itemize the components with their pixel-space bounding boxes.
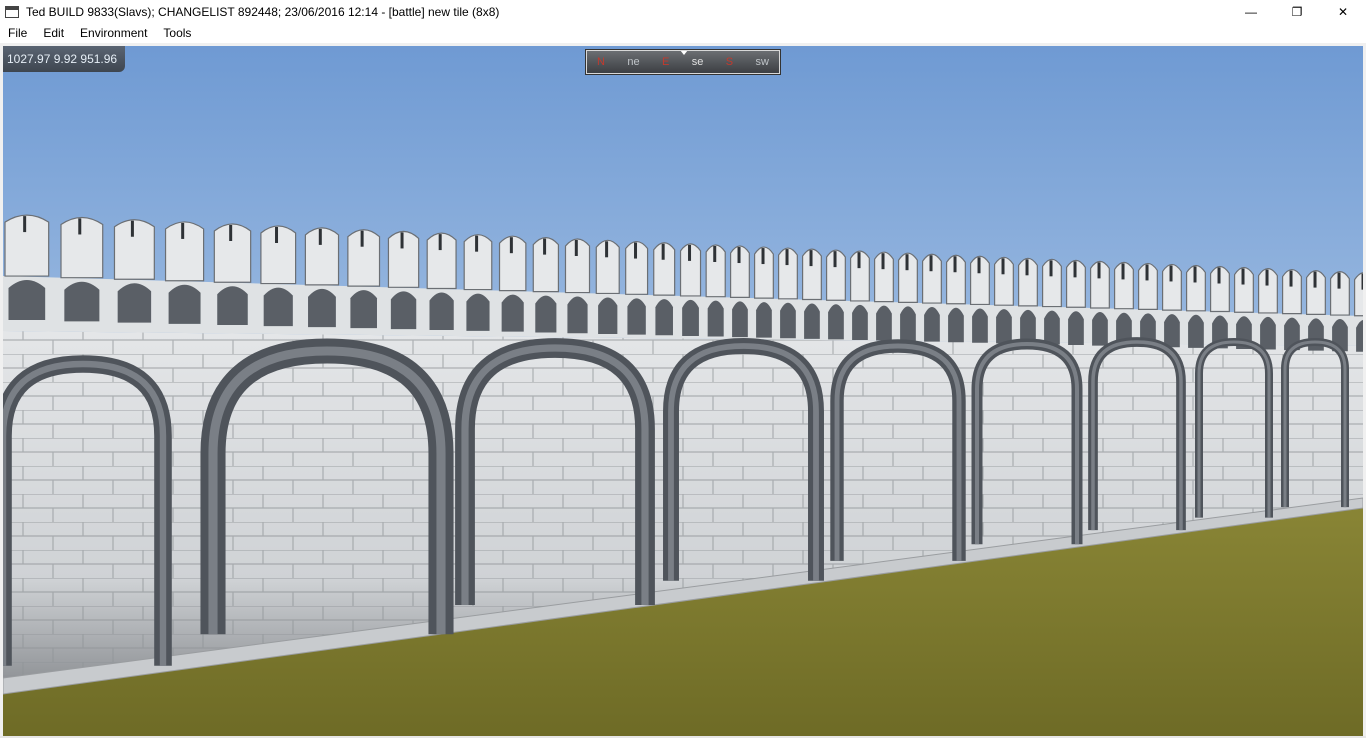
3d-viewport[interactable]: 1027.97 9.92 951.96 N ne E se S sw (3, 46, 1363, 736)
crenel-niche (64, 281, 100, 322)
compass-label-ne: ne (627, 56, 640, 68)
crenel-niche (117, 283, 152, 323)
crenel-niche (682, 299, 699, 336)
camera-coordinates: 1027.97 9.92 951.96 (3, 46, 126, 72)
crenel-niche (8, 280, 46, 321)
crenel-niche (780, 302, 796, 339)
compass-strip: N ne E se S sw (586, 50, 780, 74)
crenel-niche (852, 304, 868, 340)
menu-environment[interactable]: Environment (72, 23, 155, 43)
crenel-niche (732, 301, 748, 338)
menu-file[interactable]: File (0, 23, 35, 43)
scene-render[interactable] (3, 46, 1363, 736)
crenel-niche (1188, 314, 1204, 348)
restore-button[interactable]: ❐ (1274, 0, 1320, 23)
crenel-niche (217, 286, 248, 325)
merlon (113, 219, 155, 280)
crenel-niche (567, 296, 588, 334)
crenel-niche (828, 304, 844, 340)
app-window-icon (5, 5, 19, 18)
title-bar: Ted BUILD 9833(Slavs); CHANGELIST 892448… (0, 0, 1366, 23)
merlon (4, 214, 50, 277)
crenel-niche (598, 297, 618, 334)
crenel-niche (655, 299, 673, 336)
compass-label-n: N (597, 56, 605, 68)
compass-label-e: E (662, 56, 670, 68)
crenel-niche (1044, 310, 1060, 345)
merlon (60, 216, 104, 279)
crenel-niche (390, 291, 417, 330)
compass-label-sw: sw (755, 56, 769, 68)
minimize-button[interactable]: — (1228, 0, 1274, 23)
crenel-niche (972, 308, 988, 343)
merlon (347, 229, 381, 287)
window-title: Ted BUILD 9833(Slavs); CHANGELIST 892448… (26, 4, 500, 19)
crenel-niche (707, 300, 724, 337)
close-button[interactable]: ✕ (1320, 0, 1366, 23)
crenel-niche (466, 293, 490, 331)
menu-edit[interactable]: Edit (35, 23, 72, 43)
crenel-niche (429, 292, 454, 330)
merlon (387, 230, 420, 288)
merlon (213, 223, 252, 283)
menu-tools[interactable]: Tools (155, 23, 199, 43)
crenel-niche (900, 306, 916, 342)
crenel-niche (756, 302, 772, 338)
crenel-niche (350, 290, 377, 329)
merlon (164, 221, 205, 282)
menu-bar: File Edit Environment Tools (0, 23, 1366, 43)
merlon (260, 225, 297, 285)
crenel-niche (263, 287, 293, 327)
crenel-niche (308, 288, 336, 328)
crenel-niche (501, 294, 524, 332)
crenel-niche (1164, 314, 1180, 348)
crenel-niche (1092, 311, 1108, 346)
crenel-niche (924, 307, 940, 342)
crenel-niche (1068, 311, 1084, 346)
compass-heading-marker (680, 51, 688, 55)
compass-label-s: S (725, 56, 734, 68)
compass-label-se: se (691, 56, 704, 68)
crenel-niche (996, 309, 1012, 344)
crenel-niche (627, 298, 646, 335)
crenel-niche (535, 295, 557, 333)
merlon (304, 227, 340, 286)
crenel-niche (876, 305, 892, 341)
crenel-niche (168, 284, 201, 324)
window-controls: — ❐ ✕ (1228, 0, 1366, 23)
crenel-niche (948, 307, 964, 343)
crenel-niche (1260, 316, 1276, 350)
crenel-niche (804, 303, 820, 339)
